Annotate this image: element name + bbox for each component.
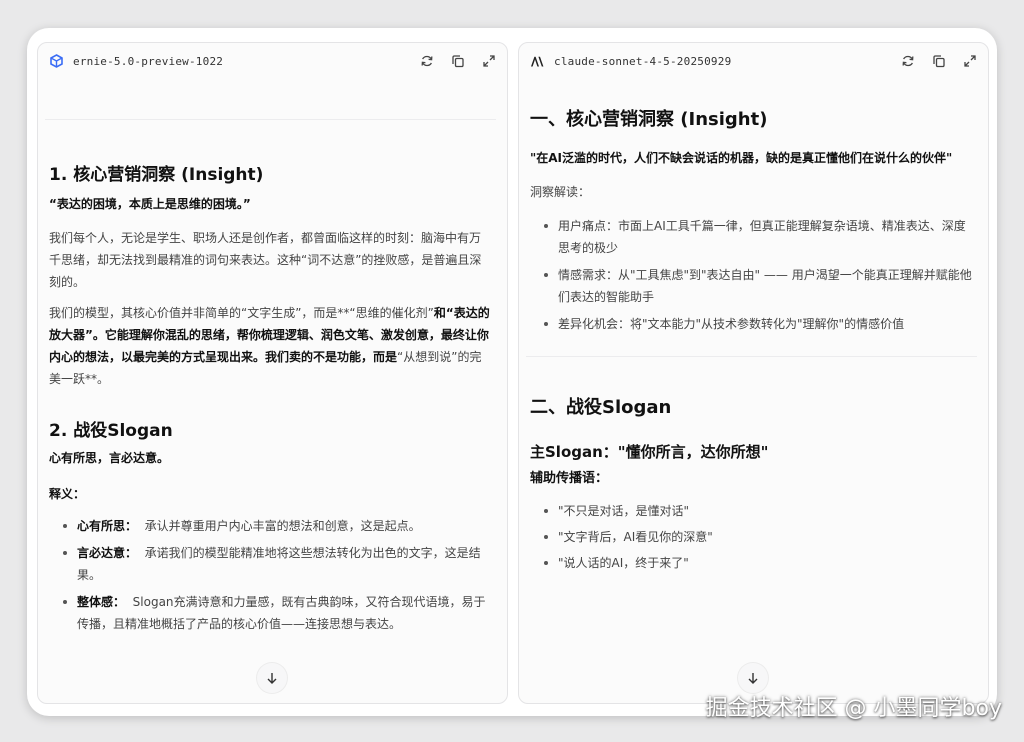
panel-content: 一、核心营销洞察 (Insight) "在AI泛滥的时代，人们不缺会说话的机器，… [519,79,988,703]
list-item: "不只是对话，是懂对话" [544,500,973,522]
model-panel-left: ernie-5.0-preview-1022 1. 核心营销洞察 (Insigh… [37,42,508,704]
panel-toolbar [899,53,978,70]
insight-quote: "在AI泛滥的时代，人们不缺会说话的机器，缺的是真正懂他们在说什么的伙伴" [530,151,953,165]
paragraph: 我们的模型，其核心价值并非简单的“文字生成”，而是**“思维的催化剂”和“表达的… [49,302,492,390]
list-item: 言必达意： 承诺我们的模型能精准地将这些想法转化为出色的文字，这是结果。 [63,542,492,586]
watermark: 掘金技术社区 @ 小墨同学boy [705,696,1002,721]
list-item-term: 心有所思： [77,519,138,533]
refresh-icon[interactable] [899,53,916,70]
expand-icon[interactable] [961,53,978,70]
expand-icon[interactable] [480,53,497,70]
list-item: 差异化机会：将"文本能力"从技术参数转化为"理解你"的情感价值 [544,313,973,335]
scroll-down-button[interactable] [257,663,287,693]
arrow-down-icon [266,669,278,688]
insight-quote: “表达的困境，本质上是思维的困境。” [49,197,251,211]
compare-window: ernie-5.0-preview-1022 1. 核心营销洞察 (Insigh… [27,28,997,716]
section-title: 1. 核心营销洞察 (Insight) [49,165,264,185]
section-title: 一、核心营销洞察 (Insight) [530,109,768,130]
arrow-down-icon [747,669,759,688]
list-item: 用户痛点：市面上AI工具千篇一律，但真正能理解复杂语境、精准表达、深度思考的极少 [544,215,973,259]
ernie-cube-icon [48,53,64,69]
copy-icon[interactable] [930,53,947,70]
section-title: 二、战役Slogan [530,397,672,418]
model-name: ernie-5.0-preview-1022 [73,54,224,68]
anthropic-logo-icon [529,53,545,69]
panel-header: claude-sonnet-4-5-20250929 [519,43,988,79]
list-item: "文字背后，AI看见你的深意" [544,526,973,548]
explanation-list: 心有所思： 承认并尊重用户内心丰富的想法和创意，这是起点。 言必达意： 承诺我们… [49,515,492,635]
list-item: 心有所思： 承认并尊重用户内心丰富的想法和创意，这是起点。 [63,515,492,537]
slogan: 心有所思，言必达意。 [49,451,170,465]
list-item-term: 整体感： [77,595,126,609]
panel-header: ernie-5.0-preview-1022 [38,43,507,79]
paragraph: 我们每个人，无论是学生、职场人还是创作者，都曾面临这样的时刻：脑海中有万千思绪，… [49,231,482,289]
list-item: "说人话的AI，终于来了" [544,552,973,574]
list-item-text: Slogan充满诗意和力量感，既有古典韵味，又符合现代语境，易于传播，且精准地概… [77,595,486,631]
model-name: claude-sonnet-4-5-20250929 [554,54,732,68]
section-title: 2. 战役Slogan [49,421,173,441]
list-item-term: 言必达意： [77,546,138,560]
main-slogan: 主Slogan："懂你所言，达你所想" [530,443,769,461]
model-panel-right: claude-sonnet-4-5-20250929 一、核心营销洞察 (Ins… [518,42,989,704]
panel-content: 1. 核心营销洞察 (Insight) “表达的困境，本质上是思维的困境。” 我… [38,79,507,703]
insight-label: 洞察解读： [530,185,591,199]
scroll-down-button[interactable] [738,663,768,693]
sub-slogan-label: 辅助传播语： [530,471,609,486]
list-item-text: 承诺我们的模型能精准地将这些想法转化为出色的文字，这是结果。 [77,546,481,582]
insight-list: 用户痛点：市面上AI工具千篇一律，但真正能理解复杂语境、精准表达、深度思考的极少… [530,215,973,335]
copy-icon[interactable] [449,53,466,70]
list-item: 整体感： Slogan充满诗意和力量感，既有古典韵味，又符合现代语境，易于传播，… [63,591,492,635]
list-item: 情感需求：从"工具焦虑"到"表达自由" —— 用户渴望一个能真正理解并赋能他们表… [544,264,973,308]
explanation-label: 释义： [49,487,86,501]
list-item-text: 承认并尊重用户内心丰富的想法和创意，这是起点。 [144,519,421,533]
sub-slogan-list: "不只是对话，是懂对话" "文字背后，AI看见你的深意" "说人话的AI，终于来… [530,500,973,574]
panel-toolbar [418,53,497,70]
paragraph-part: 我们的模型，其核心价值并非简单的“文字生成”，而是**“思维的催化剂” [49,306,434,320]
refresh-icon[interactable] [418,53,435,70]
